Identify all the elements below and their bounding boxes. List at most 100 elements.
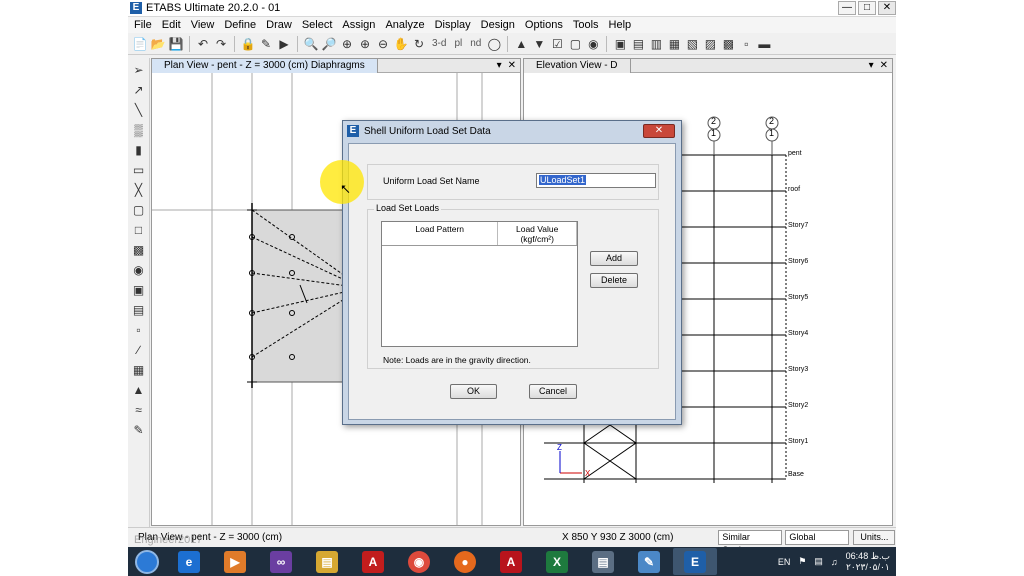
opening-icon[interactable]: ▫ <box>738 36 754 52</box>
task-paint[interactable]: ✎ <box>627 548 671 575</box>
rotate-3d-icon[interactable]: ↻ <box>411 36 427 52</box>
load-set-name-input[interactable]: ULoadSet1 <box>536 173 656 188</box>
elevation-dropdown-icon[interactable]: ▾ <box>869 60 874 71</box>
menu-file[interactable]: File <box>132 19 160 31</box>
pencil-icon[interactable]: ✎ <box>258 36 274 52</box>
plan-dropdown-icon[interactable]: ▾ <box>497 60 502 71</box>
open-file-icon[interactable]: 📂 <box>150 36 166 52</box>
draw-brace-icon[interactable]: ▭ <box>131 162 147 178</box>
pointer-icon[interactable]: ➢ <box>131 62 147 78</box>
link-icon[interactable]: ▬ <box>756 36 772 52</box>
elevation-close-icon[interactable]: ✕ <box>880 60 888 71</box>
menu-design[interactable]: Design <box>479 19 523 31</box>
draw-link-icon[interactable]: ∕ <box>131 342 147 358</box>
redo-icon[interactable]: ↷ <box>213 36 229 52</box>
start-button[interactable] <box>128 547 166 576</box>
wall-icon[interactable]: ▧ <box>684 36 700 52</box>
column-icon[interactable]: ▥ <box>648 36 664 52</box>
tray-volume-icon[interactable]: ♫ <box>831 557 838 567</box>
set-display-icon[interactable]: ▢ <box>567 36 583 52</box>
plan-view-tab[interactable]: Plan View - pent - Z = 3000 (cm) Diaphra… <box>152 59 378 73</box>
view-plan-button[interactable]: pl <box>451 36 465 52</box>
pan-icon[interactable]: ✋ <box>393 36 409 52</box>
task-vs[interactable]: ∞ <box>259 548 303 575</box>
run-analysis-icon[interactable]: ▶ <box>276 36 292 52</box>
language-indicator[interactable]: EN <box>778 557 791 567</box>
ok-button[interactable]: OK <box>450 384 497 399</box>
menu-define[interactable]: Define <box>222 19 264 31</box>
task-excel[interactable]: X <box>535 548 579 575</box>
add-button[interactable]: Add <box>590 251 638 266</box>
new-file-icon[interactable]: 📄 <box>132 36 148 52</box>
lock-icon[interactable]: 🔒 <box>240 36 256 52</box>
menu-edit[interactable]: Edit <box>160 19 189 31</box>
menu-options[interactable]: Options <box>523 19 571 31</box>
draw-wall-stack-icon[interactable]: ▤ <box>131 302 147 318</box>
reshape-icon[interactable]: ↗ <box>131 82 147 98</box>
zoom-out-icon[interactable]: ⊖ <box>375 36 391 52</box>
object-shrink-icon[interactable]: ◉ <box>585 36 601 52</box>
task-acrobat[interactable]: A <box>351 548 395 575</box>
zoom-extents-icon[interactable]: ⊕ <box>339 36 355 52</box>
menu-display[interactable]: Display <box>433 19 479 31</box>
menu-assign[interactable]: Assign <box>340 19 383 31</box>
task-media[interactable]: ▶ <box>213 548 257 575</box>
draw-dimension-icon[interactable]: ▫ <box>131 322 147 338</box>
stories-combo[interactable]: Similar Stories <box>718 530 783 555</box>
slab-icon[interactable]: ▨ <box>702 36 718 52</box>
draw-beam-icon[interactable]: ▒ <box>131 122 147 138</box>
tendon-icon[interactable]: ▲ <box>131 382 147 398</box>
frame-icon[interactable]: ▣ <box>612 36 628 52</box>
zoom-in-icon[interactable]: ⊕ <box>357 36 373 52</box>
grid-icon[interactable]: ▦ <box>131 362 147 378</box>
clock[interactable]: 06:48 ب.ظ ۲۰۲۳/۰۵/۰۱ <box>846 551 890 573</box>
draw-point-icon[interactable]: ◉ <box>131 262 147 278</box>
deck-icon[interactable]: ▩ <box>720 36 736 52</box>
draw-wall-icon[interactable]: ▣ <box>131 282 147 298</box>
task-ie[interactable]: e <box>167 548 211 575</box>
zoom-rubber-band-icon[interactable]: 🔍 <box>303 36 319 52</box>
brace-icon[interactable]: ▦ <box>666 36 682 52</box>
checkbox-icon[interactable]: ☑ <box>549 36 565 52</box>
view-elevation-button[interactable]: nd <box>467 36 484 52</box>
view-3d-button[interactable]: 3-d <box>429 36 449 52</box>
menu-draw[interactable]: Draw <box>264 19 300 31</box>
measure-icon[interactable]: ✎ <box>131 422 147 438</box>
minimize-button[interactable]: — <box>838 1 856 15</box>
wave-icon[interactable]: ≈ <box>131 402 147 418</box>
tray-flag-icon[interactable]: ⚑ <box>798 556 806 567</box>
draw-column-icon[interactable]: ▮ <box>131 142 147 158</box>
load-table[interactable]: Load Pattern Load Value (kgf/cm²) <box>381 221 578 347</box>
cancel-button[interactable]: Cancel <box>529 384 577 399</box>
menu-view[interactable]: View <box>189 19 223 31</box>
delete-button[interactable]: Delete <box>590 273 638 288</box>
elevation-view-tab[interactable]: Elevation View - D <box>524 59 631 73</box>
maximize-button[interactable]: □ <box>858 1 876 15</box>
draw-cross-icon[interactable]: ╳ <box>131 182 147 198</box>
menu-tools[interactable]: Tools <box>571 19 607 31</box>
move-down-icon[interactable]: ▼ <box>531 36 547 52</box>
draw-opening-icon[interactable]: ▩ <box>131 242 147 258</box>
move-up-icon[interactable]: ▲ <box>513 36 529 52</box>
units-button[interactable]: Units... <box>853 530 896 545</box>
draw-floor-icon[interactable]: ▢ <box>131 202 147 218</box>
menu-select[interactable]: Select <box>300 19 341 31</box>
task-calculator[interactable]: ▤ <box>581 548 625 575</box>
plan-close-icon[interactable]: ✕ <box>508 60 516 71</box>
zoom-restore-icon[interactable]: 🔎 <box>321 36 337 52</box>
task-explorer[interactable]: ▤ <box>305 548 349 575</box>
dialog-close-button[interactable]: ✕ <box>643 124 675 138</box>
tray-network-icon[interactable]: ▤ <box>814 556 823 567</box>
task-firefox[interactable]: ● <box>443 548 487 575</box>
beam-icon[interactable]: ▤ <box>630 36 646 52</box>
task-etabs[interactable]: E <box>673 548 717 575</box>
close-button[interactable]: ✕ <box>878 1 896 15</box>
menu-analyze[interactable]: Analyze <box>383 19 432 31</box>
task-chrome[interactable]: ◉ <box>397 548 441 575</box>
save-icon[interactable]: 💾 <box>168 36 184 52</box>
draw-line-icon[interactable]: ╲ <box>131 102 147 118</box>
undo-icon[interactable]: ↶ <box>195 36 211 52</box>
task-autocad[interactable]: A <box>489 548 533 575</box>
menu-help[interactable]: Help <box>607 19 640 31</box>
rubber-band-icon[interactable]: ◯ <box>486 36 502 52</box>
